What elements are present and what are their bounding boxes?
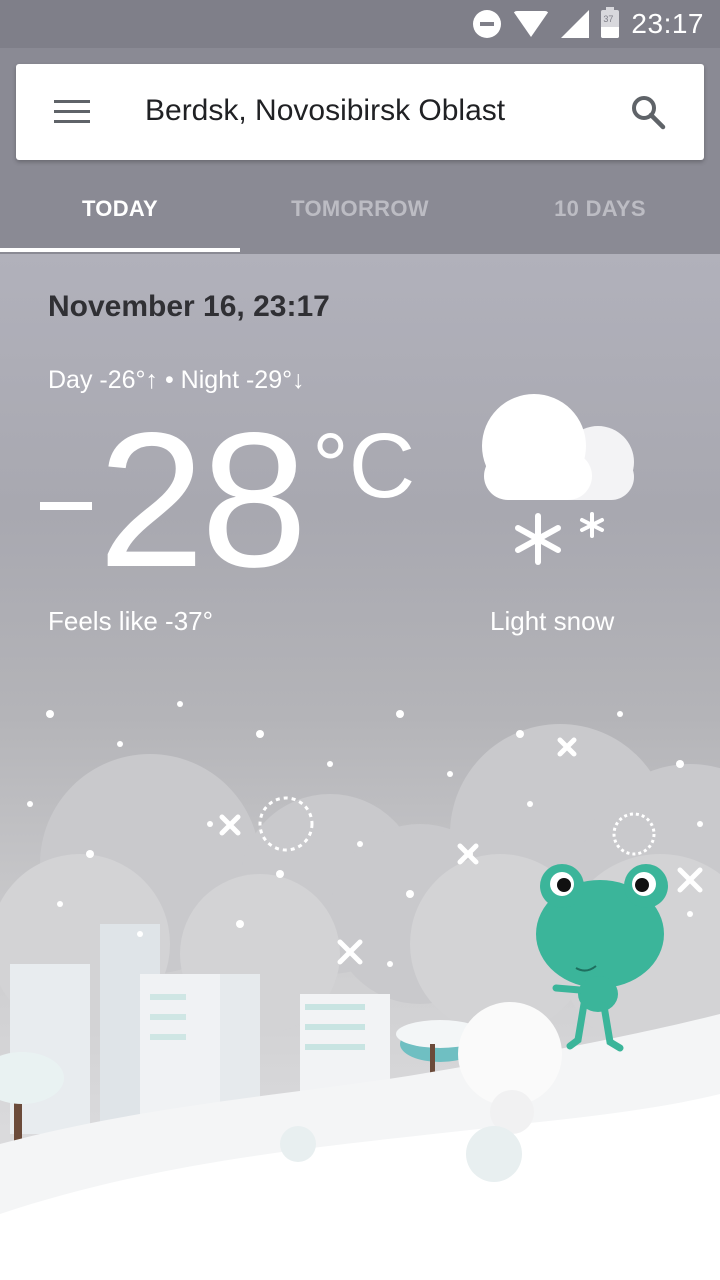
status-time: 23:17 bbox=[631, 8, 704, 39]
day-night-range: Day -26°↑ • Night -29°↓ bbox=[48, 366, 305, 394]
tab-today[interactable]: TODAY bbox=[0, 160, 240, 254]
do-not-disturb-icon bbox=[473, 10, 502, 38]
winter-scene-illustration bbox=[0, 701, 720, 1280]
cloud-snow-icon bbox=[482, 394, 634, 565]
location-label[interactable]: Berdsk, Novosibirsk Oblast bbox=[145, 94, 505, 128]
temperature-minus-sign bbox=[40, 502, 92, 510]
feels-like: Feels like -37° bbox=[48, 606, 214, 636]
menu-icon[interactable] bbox=[54, 100, 90, 124]
tab-10-days[interactable]: 10 DAYS bbox=[480, 160, 720, 254]
battery-icon: 37 bbox=[601, 7, 620, 38]
temperature-value: 28 bbox=[98, 392, 308, 607]
temperature-unit: °C bbox=[312, 415, 416, 517]
tab-bar: TODAY TOMORROW 10 DAYS bbox=[0, 160, 720, 254]
tab-tomorrow[interactable]: TOMORROW bbox=[240, 160, 480, 254]
wifi-icon bbox=[513, 11, 550, 37]
date-time: November 16, 23:17 bbox=[48, 290, 330, 323]
weather-condition: Light snow bbox=[490, 606, 615, 636]
search-bar[interactable]: Berdsk, Novosibirsk Oblast bbox=[16, 64, 704, 160]
battery-level: 37 bbox=[603, 14, 614, 24]
status-bar: 37 23:17 bbox=[0, 0, 720, 48]
weather-panel: November 16, 23:17 Day -26°↑ • Night -29… bbox=[0, 254, 720, 1280]
cell-signal-icon bbox=[561, 10, 590, 38]
search-icon[interactable] bbox=[630, 94, 666, 130]
status-icons: 37 23:17 bbox=[473, 0, 704, 48]
